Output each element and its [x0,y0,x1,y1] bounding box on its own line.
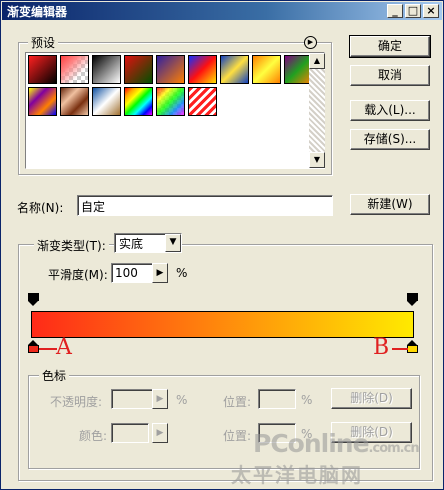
preset-red-to-black[interactable] [28,55,57,84]
scroll-down-button[interactable]: ▼ [309,152,325,168]
gradient-type-label: 渐变类型(T): [34,237,109,254]
smoothness-unit: % [176,266,188,280]
preset-copper[interactable] [60,87,89,116]
annotation-b: B [373,335,390,360]
opacity-stop-right[interactable] [407,293,418,306]
gradient-type-value: 实底 [119,237,144,251]
minimize-button[interactable]: _ [387,4,403,18]
opacity-position-unit: % [301,393,313,407]
scroll-up-button[interactable]: ▲ [309,53,325,69]
preset-orange-yellow-orange[interactable] [252,55,281,84]
preset-black-to-white[interactable] [92,55,121,84]
gradient-bar[interactable] [31,311,414,338]
color-arrow-icon[interactable]: ▶ [152,423,168,443]
load-button[interactable]: 载入(L)... [350,100,430,121]
smoothness-label: 平滑度(M): [48,268,108,282]
color-swatch[interactable] [111,423,149,443]
opacity-delete-button[interactable]: 删除(D) [331,388,412,409]
opacity-stop-left[interactable] [28,293,39,306]
annotation-b-line [392,348,408,350]
color-stops-label: 色标 [39,367,70,384]
preset-chrome[interactable] [92,87,121,116]
preset-blue-red-yellow[interactable] [188,55,217,84]
opacity-position-label: 位置: [223,395,252,409]
annotation-a: A [56,335,72,360]
smoothness-arrow-icon[interactable]: ▶ [152,263,168,283]
preset-yellow-violet-orange-blue[interactable] [28,87,57,116]
window-title: 渐变编辑器 [7,5,68,19]
preset-red-to-green[interactable] [124,55,153,84]
opacity-label: 不透明度: [50,395,103,409]
preset-blue-yellow-blue[interactable] [220,55,249,84]
new-button[interactable]: 新建(W) [350,194,430,215]
presets-label: 预设 [28,34,59,51]
cancel-button[interactable]: 取消 [350,65,430,86]
color-stop-left[interactable] [28,340,39,353]
preset-transparent-rainbow[interactable] [156,87,185,116]
preset-transparent-stripes[interactable] [188,87,217,116]
watermark-line1: PConline [253,429,370,458]
maximize-button[interactable]: □ [405,4,421,18]
ok-button[interactable]: 确定 [349,35,431,58]
annotation-a-line [39,348,57,350]
close-button[interactable]: × [423,4,439,18]
opacity-input[interactable] [111,389,153,409]
opacity-position-input[interactable] [258,389,296,409]
color-stop-right[interactable] [407,340,418,353]
watermark-line2: 太平洋电脑网 [231,463,363,487]
opacity-unit: % [176,393,188,407]
presets-list[interactable]: ▲ ▼ [25,52,325,169]
chevron-down-icon[interactable]: ▼ [165,234,181,252]
preset-violet-to-orange[interactable] [156,55,185,84]
presets-scrollbar[interactable]: ▲ ▼ [309,53,325,168]
save-button[interactable]: 存储(S)... [350,129,430,150]
preset-spectrum[interactable] [124,87,153,116]
gradient-editor-window: 渐变编辑器 _ □ × 预设 ▶ ▲ ▼ 确定 取消 载入(L)... 存储(S… [0,0,444,490]
color-position-label: 位置: [223,429,252,443]
opacity-arrow-icon[interactable]: ▶ [152,389,168,409]
watermark-suffix: .com.cn [368,441,420,456]
name-input[interactable]: 自定 [77,195,333,216]
watermark-logo: PConline.com.cn [253,429,420,458]
smoothness-input[interactable]: 100 [111,263,153,283]
title-bar[interactable]: 渐变编辑器 _ □ × [2,2,442,20]
preset-red-to-transparent[interactable] [60,55,89,84]
name-label: 名称(N): [17,201,64,215]
color-label: 颜色: [79,429,108,443]
circle-right-arrow-icon[interactable]: ▶ [304,36,317,49]
